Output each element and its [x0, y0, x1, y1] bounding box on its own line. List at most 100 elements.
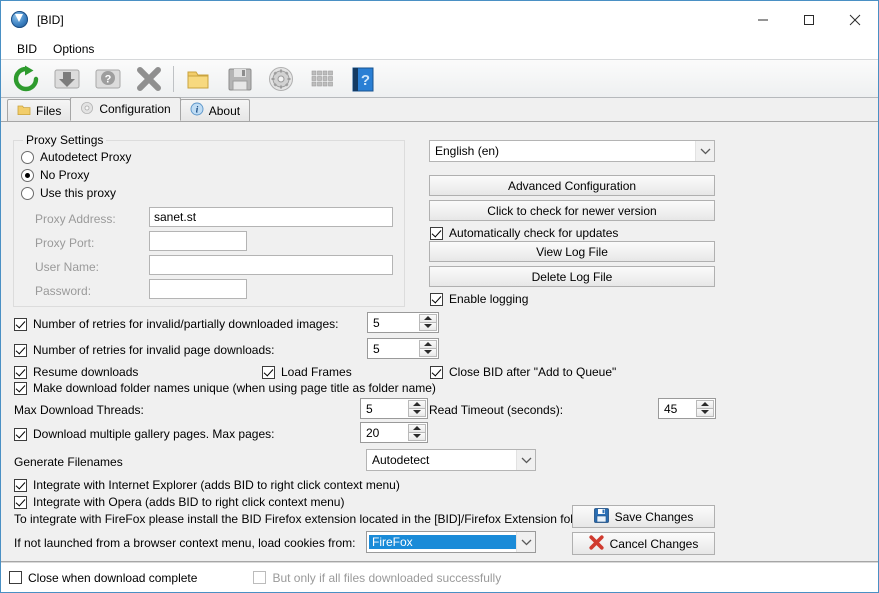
checkbox-box — [9, 571, 22, 584]
maximize-button[interactable] — [786, 1, 832, 38]
tab-configuration[interactable]: Configuration — [70, 97, 180, 121]
checkbox-box — [14, 318, 27, 331]
chevron-down-icon[interactable] — [695, 141, 714, 161]
close-after-add-queue-checkbox[interactable]: Close BID after "Add to Queue" — [430, 365, 616, 379]
radio-autodetect-proxy[interactable]: Autodetect Proxy — [21, 150, 131, 164]
cookies-source-select[interactable]: FireFox — [366, 531, 536, 553]
read-timeout-value: 45 — [659, 399, 696, 418]
view-log-file-label: View Log File — [536, 245, 608, 259]
close-button[interactable] — [832, 1, 878, 38]
checkbox-box — [14, 479, 27, 492]
stepper-buttons[interactable] — [696, 400, 714, 417]
tab-configuration-label: Configuration — [99, 102, 170, 116]
advanced-configuration-label: Advanced Configuration — [508, 179, 636, 193]
stepper-up-button[interactable] — [419, 340, 437, 349]
stepper-down-button[interactable] — [408, 433, 426, 442]
chevron-down-icon[interactable] — [516, 532, 535, 552]
retries-images-stepper[interactable]: 5 — [367, 312, 439, 333]
resume-downloads-checkbox[interactable]: Resume downloads — [14, 365, 138, 379]
stepper-buttons[interactable] — [408, 424, 426, 441]
retries-pages-checkbox[interactable]: Number of retries for invalid page downl… — [14, 343, 274, 357]
stepper-buttons[interactable] — [419, 314, 437, 331]
refresh-icon[interactable] — [5, 62, 46, 96]
configuration-panel: Proxy Settings Autodetect Proxy No Proxy… — [1, 122, 878, 562]
checkbox-box — [14, 382, 27, 395]
help-book-icon[interactable]: ? — [342, 62, 383, 96]
check-newer-version-button[interactable]: Click to check for newer version — [429, 200, 715, 221]
stepper-up-button[interactable] — [408, 400, 426, 409]
radio-dot — [21, 187, 34, 200]
download-icon[interactable] — [46, 62, 87, 96]
tab-about[interactable]: i About — [180, 99, 250, 121]
radio-autodetect-proxy-label: Autodetect Proxy — [40, 150, 131, 164]
grid-thumbnails-icon[interactable] — [301, 62, 342, 96]
menu-options[interactable]: Options — [45, 40, 102, 58]
stepper-down-button[interactable] — [419, 349, 437, 358]
checkbox-box — [14, 366, 27, 379]
cancel-x-icon — [589, 535, 604, 553]
svg-text:?: ? — [104, 73, 111, 85]
enable-logging-label: Enable logging — [449, 292, 528, 306]
multiple-gallery-stepper[interactable]: 20 — [360, 422, 428, 443]
chevron-down-icon[interactable] — [516, 450, 535, 470]
delete-log-file-button[interactable]: Delete Log File — [429, 266, 715, 287]
download-help-icon[interactable]: ? — [87, 62, 128, 96]
save-floppy-icon[interactable] — [219, 62, 260, 96]
checkbox-box — [253, 571, 266, 584]
window-title: [BID] — [37, 13, 64, 27]
checkbox-box — [430, 366, 443, 379]
unique-folder-names-checkbox[interactable]: Make download folder names unique (when … — [14, 381, 436, 395]
tab-files-label: Files — [36, 104, 61, 118]
language-value: English (en) — [430, 144, 695, 158]
stepper-up-button[interactable] — [419, 314, 437, 323]
proxy-address-label: Proxy Address: — [35, 212, 116, 226]
tab-files[interactable]: Files — [7, 99, 71, 121]
window-controls — [740, 1, 878, 38]
load-frames-label: Load Frames — [281, 365, 352, 379]
close-when-complete-label: Close when download complete — [28, 571, 197, 585]
language-select[interactable]: English (en) — [429, 140, 715, 162]
user-name-input[interactable] — [149, 255, 393, 275]
auto-check-updates-checkbox[interactable]: Automatically check for updates — [430, 226, 618, 240]
save-changes-button[interactable]: Save Changes — [572, 505, 715, 528]
retries-pages-label: Number of retries for invalid page downl… — [33, 343, 274, 357]
password-label: Password: — [35, 284, 91, 298]
load-frames-checkbox[interactable]: Load Frames — [262, 365, 352, 379]
retries-images-checkbox[interactable]: Number of retries for invalid/partially … — [14, 317, 338, 331]
retries-pages-stepper[interactable]: 5 — [367, 338, 439, 359]
radio-dot — [21, 151, 34, 164]
view-log-file-button[interactable]: View Log File — [429, 241, 715, 262]
stepper-down-button[interactable] — [696, 409, 714, 418]
stepper-up-button[interactable] — [408, 424, 426, 433]
stepper-up-button[interactable] — [696, 400, 714, 409]
stepper-down-button[interactable] — [419, 323, 437, 332]
integrate-opera-checkbox[interactable]: Integrate with Opera (adds BID to right … — [14, 495, 344, 509]
enable-logging-checkbox[interactable]: Enable logging — [430, 292, 528, 306]
generate-filenames-select[interactable]: Autodetect — [366, 449, 536, 471]
firefox-note: To integrate with FireFox please install… — [14, 512, 593, 526]
stepper-buttons[interactable] — [419, 340, 437, 357]
radio-no-proxy[interactable]: No Proxy — [21, 168, 89, 182]
advanced-configuration-button[interactable]: Advanced Configuration — [429, 175, 715, 196]
cancel-x-icon[interactable] — [128, 62, 169, 96]
delete-log-file-label: Delete Log File — [532, 270, 613, 284]
radio-use-this-proxy[interactable]: Use this proxy — [21, 186, 116, 200]
minimize-button[interactable] — [740, 1, 786, 38]
password-input[interactable] — [149, 279, 247, 299]
cancel-changes-button[interactable]: Cancel Changes — [572, 532, 715, 555]
gear-icon — [80, 101, 94, 118]
menu-bid[interactable]: BID — [9, 40, 45, 58]
stepper-down-button[interactable] — [408, 409, 426, 418]
proxy-address-input[interactable]: sanet.st — [149, 207, 393, 227]
folder-icon[interactable] — [178, 62, 219, 96]
multiple-gallery-checkbox[interactable]: Download multiple gallery pages. Max pag… — [14, 427, 274, 441]
tab-about-label: About — [209, 104, 240, 118]
close-when-complete-checkbox[interactable]: Close when download complete — [9, 571, 197, 585]
stepper-buttons[interactable] — [408, 400, 426, 417]
folder-icon — [17, 103, 31, 119]
settings-gear-icon[interactable] — [260, 62, 301, 96]
max-threads-stepper[interactable]: 5 — [360, 398, 428, 419]
integrate-ie-checkbox[interactable]: Integrate with Internet Explorer (adds B… — [14, 478, 400, 492]
proxy-port-input[interactable] — [149, 231, 247, 251]
read-timeout-stepper[interactable]: 45 — [658, 398, 716, 419]
